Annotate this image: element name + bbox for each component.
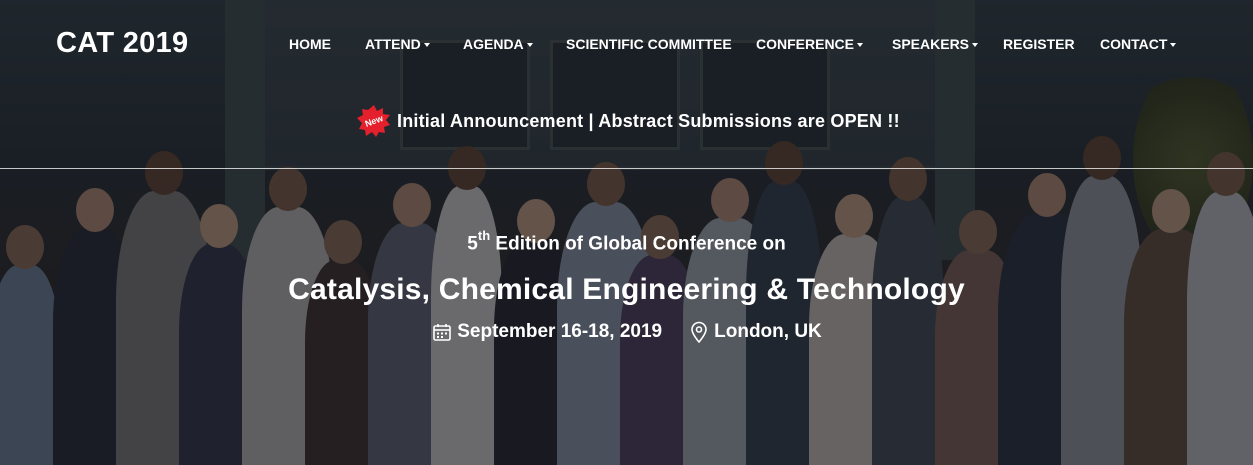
caret-down-icon	[857, 42, 864, 47]
nav-item-register[interactable]: REGISTER	[1003, 36, 1075, 52]
nav-item-home[interactable]: HOME	[289, 36, 331, 52]
nav-item-scientific-committee[interactable]: SCIENTIFIC COMMITTEE	[566, 36, 732, 52]
nav-item-label: CONTACT	[1100, 36, 1168, 52]
calendar-icon	[431, 321, 453, 343]
nav-item-agenda[interactable]: AGENDA	[463, 36, 533, 52]
nav-item-conference[interactable]: CONFERENCE	[756, 36, 864, 52]
nav-item-label: AGENDA	[463, 36, 524, 52]
nav-item-speakers[interactable]: SPEAKERS	[892, 36, 979, 52]
edition-heading: 5th Edition of Global Conference on	[0, 228, 1253, 255]
caret-down-icon	[1170, 42, 1177, 47]
caret-down-icon	[972, 42, 979, 47]
event-meta: September 16-18, 2019 London, UK	[0, 321, 1253, 343]
site-logo[interactable]: CAT 2019	[56, 27, 188, 60]
caret-down-icon	[423, 42, 430, 47]
new-starburst-icon: New	[357, 104, 391, 138]
divider-line	[0, 168, 1253, 169]
nav-item-attend[interactable]: ATTEND	[365, 36, 430, 52]
nav-item-contact[interactable]: CONTACT	[1100, 36, 1177, 52]
edition-text: Edition of Global Conference on	[490, 233, 786, 255]
event-location: London, UK	[714, 321, 822, 342]
announcement-bar: New Initial Announcement | Abstract Subm…	[357, 104, 900, 138]
map-pin-icon	[688, 321, 710, 343]
conference-title: Catalysis, Chemical Engineering & Techno…	[288, 273, 965, 306]
nav-item-label: ATTEND	[365, 36, 421, 52]
hero-banner: CAT 2019 HOME ATTEND AGENDA SCIENTIFIC COMM…	[0, 0, 1253, 465]
nav-item-label: REGISTER	[1003, 36, 1075, 52]
nav-item-label: SCIENTIFIC COMMITTEE	[566, 36, 732, 52]
announcement-link[interactable]: Initial Announcement | Abstract Submissi…	[397, 111, 900, 132]
nav-item-label: HOME	[289, 36, 331, 52]
nav-item-label: CONFERENCE	[756, 36, 855, 52]
edition-suffix: th	[477, 228, 491, 243]
event-date: September 16-18, 2019	[457, 321, 663, 342]
edition-number: 5	[467, 233, 478, 255]
caret-down-icon	[526, 42, 533, 47]
nav-item-label: SPEAKERS	[892, 36, 970, 52]
